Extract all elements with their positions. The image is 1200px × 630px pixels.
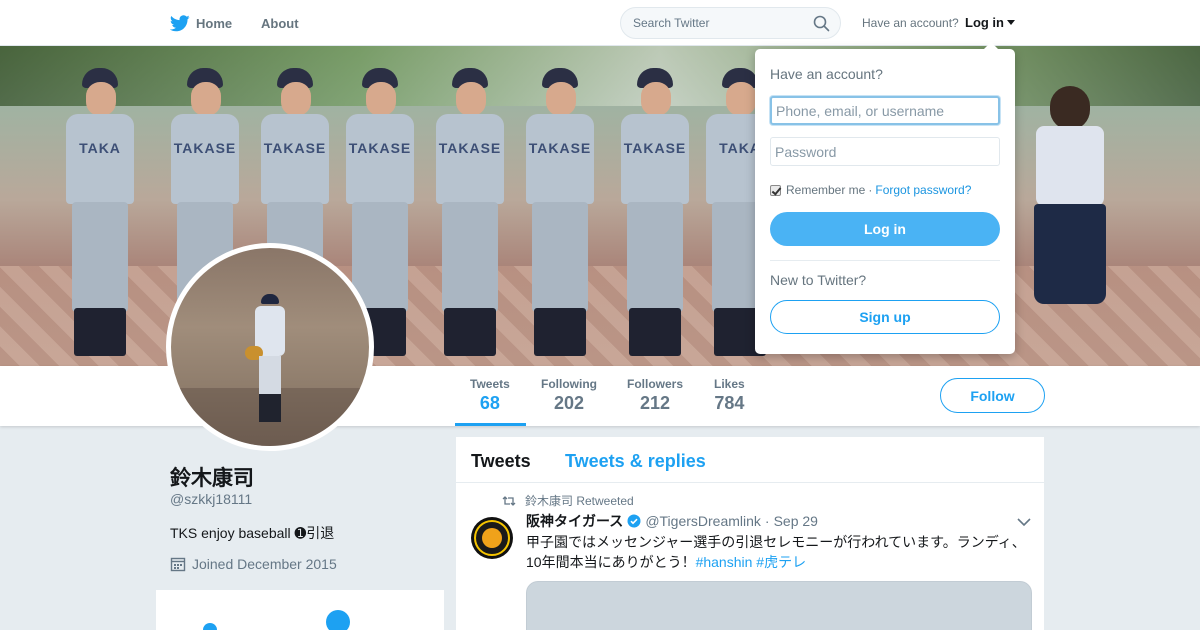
stat-following[interactable]: Following 202 [541, 377, 597, 414]
separator: · [868, 183, 873, 197]
login-button[interactable]: Log in [770, 212, 1000, 246]
banner-player: TAKASE [430, 68, 510, 366]
stat-value: 202 [553, 393, 585, 413]
stat-likes[interactable]: Likes 784 [714, 377, 745, 414]
tweet-header: 阪神タイガース @TigersDreamlink · Sep 29 [526, 511, 818, 531]
photo-card [156, 590, 444, 630]
nav-home[interactable]: Home [170, 0, 232, 46]
avatar[interactable] [166, 243, 374, 451]
caret-down-icon [1007, 20, 1015, 25]
remember-row: Remember me · Forgot password? [770, 183, 971, 197]
search-input[interactable]: Search Twitter [620, 7, 841, 39]
stat-label: Followers [627, 377, 684, 391]
signup-button[interactable]: Sign up [770, 300, 1000, 334]
search-icon[interactable] [813, 15, 830, 32]
tab-tweets-replies[interactable]: Tweets & replies [565, 451, 706, 472]
tweet-author-avatar[interactable] [471, 517, 513, 559]
stat-value: 784 [714, 393, 745, 413]
stat-value: 212 [639, 393, 671, 413]
tweet-dot: · [764, 513, 770, 529]
tweet-text: 甲子園ではメッセンジャー選手の引退セレモニーが行われています。ランディ、10年間… [526, 532, 1032, 572]
forgot-password-link[interactable]: Forgot password? [875, 183, 971, 197]
chevron-down-icon[interactable] [1017, 517, 1031, 527]
new-to-twitter-text: New to Twitter? [770, 272, 867, 288]
remember-label[interactable]: Remember me [786, 183, 865, 197]
banner-person [1030, 86, 1110, 326]
tweet-date[interactable]: Sep 29 [774, 513, 818, 529]
banner-player: TAKASE [520, 68, 600, 366]
jersey-text: TAKASE [438, 140, 502, 156]
profile-joined: Joined December 2015 [170, 556, 337, 572]
login-dropdown-title: Have an account? [770, 66, 883, 82]
tab-tweets[interactable]: Tweets [471, 451, 531, 472]
decorative-dot [326, 610, 350, 630]
banner-player: TAKASE [615, 68, 695, 366]
jersey-text: TAKA [79, 140, 121, 156]
stat-label: Likes [714, 377, 745, 391]
stat-label: Tweets [470, 377, 510, 391]
jersey-text: TAKASE [528, 140, 592, 156]
decorative-dot [203, 623, 217, 630]
twitter-bird-icon [170, 14, 190, 31]
active-tab-indicator [455, 423, 526, 426]
login-link-label: Log in [965, 15, 1004, 30]
verified-icon [627, 514, 641, 528]
have-account-text: Have an account? [862, 16, 959, 30]
tweet-hashtags[interactable]: #hanshin #虎テレ [696, 554, 807, 570]
nav-home-label: Home [196, 15, 233, 31]
timeline: Tweets Tweets & replies 鈴木康司 Retweeted 阪… [456, 437, 1044, 630]
nav-about-label: About [261, 15, 299, 31]
search-placeholder: Search Twitter [633, 16, 710, 30]
username-field[interactable] [770, 96, 1000, 125]
jersey-text: TAKASE [623, 140, 687, 156]
remember-checkbox[interactable] [770, 184, 781, 196]
stat-label: Following [541, 377, 597, 391]
retweet-context: 鈴木康司 Retweeted [502, 492, 634, 509]
jersey-text: TAKASE [263, 140, 327, 156]
nav-about[interactable]: About [261, 0, 299, 46]
jersey-text: TAKASE [348, 140, 412, 156]
stat-value: 68 [479, 393, 500, 413]
retweet-context-text[interactable]: 鈴木康司 Retweeted [525, 492, 634, 509]
tweet-media[interactable] [526, 581, 1032, 630]
password-field[interactable] [770, 137, 1000, 166]
calendar-icon [170, 557, 186, 572]
profile-handle[interactable]: @szkkj18111 [170, 491, 252, 507]
stat-tweets[interactable]: Tweets 68 [470, 377, 510, 414]
profile-bio: TKS enjoy baseball ➊引退 [170, 525, 335, 541]
follow-button[interactable]: Follow [940, 378, 1045, 413]
tweet-author-handle[interactable]: @TigersDreamlink [645, 513, 761, 529]
retweet-icon [502, 495, 516, 506]
top-nav: Home About Search Twitter Have an accoun… [0, 0, 1200, 46]
divider [770, 260, 1000, 261]
login-dropdown-toggle[interactable]: Log in [965, 15, 1015, 30]
login-dropdown: Have an account? Remember me · Forgot pa… [755, 42, 1015, 354]
stat-followers[interactable]: Followers 212 [627, 377, 683, 414]
profile-name[interactable]: 鈴木康司 [170, 462, 254, 492]
banner-player: TAKA [60, 68, 140, 366]
joined-text: Joined December 2015 [192, 556, 337, 572]
tweet-author-name[interactable]: 阪神タイガース [526, 511, 623, 531]
jersey-text: TAKASE [173, 140, 237, 156]
timeline-tabs: Tweets Tweets & replies [456, 437, 1044, 483]
